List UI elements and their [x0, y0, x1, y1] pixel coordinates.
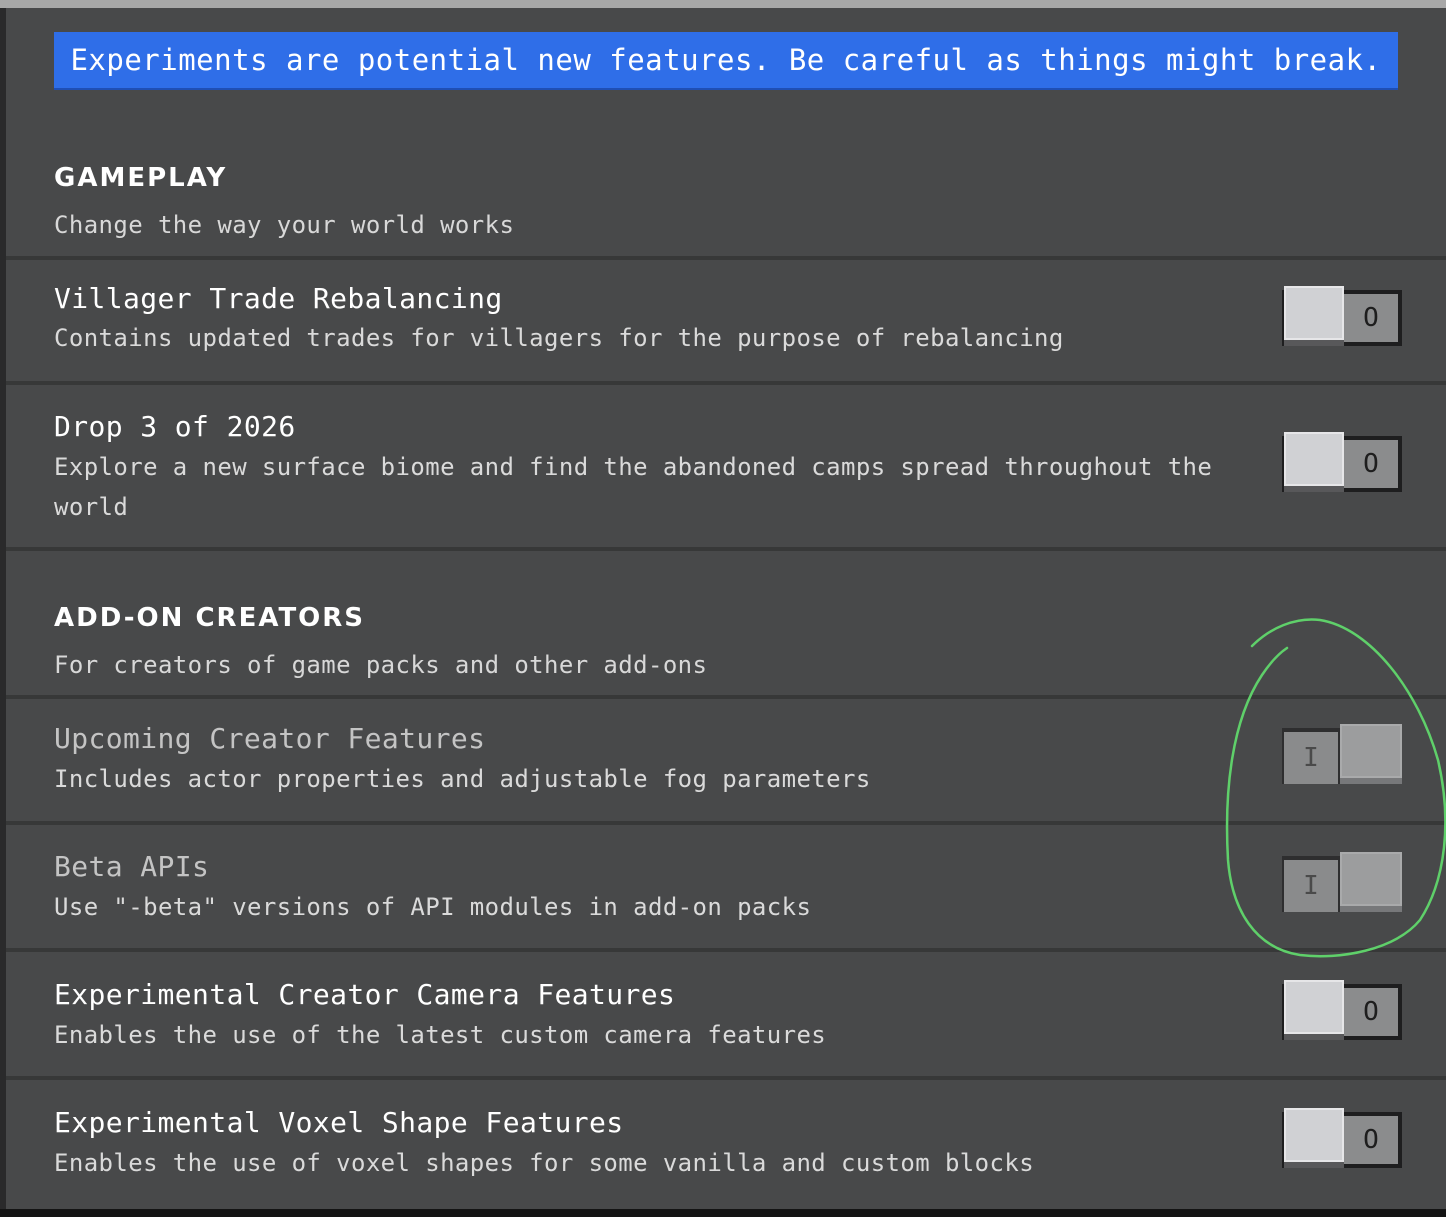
toggle-upcoming-creator-features[interactable]: I	[1282, 724, 1402, 788]
setting-desc-creator-camera: Enables the use of the latest custom cam…	[54, 1021, 827, 1049]
warning-banner: Experiments are potential new features. …	[54, 32, 1398, 90]
divider	[6, 695, 1446, 699]
section-desc-gameplay: Change the way your world works	[54, 211, 515, 239]
divider	[6, 821, 1446, 825]
toggle-drop-3-of-2026[interactable]: O	[1282, 432, 1402, 496]
setting-title-drop-3: Drop 3 of 2026	[54, 410, 296, 443]
divider	[6, 381, 1446, 385]
toggle-on-glyph: I	[1284, 860, 1338, 912]
toggle-knob[interactable]	[1284, 980, 1344, 1040]
toggle-experimental-creator-camera[interactable]: O	[1282, 980, 1402, 1044]
setting-desc-upcoming-creator-features: Includes actor properties and adjustable…	[54, 765, 871, 793]
divider	[6, 1076, 1446, 1080]
toggle-villager-trade-rebalancing[interactable]: O	[1282, 286, 1402, 350]
setting-title-voxel-shape: Experimental Voxel Shape Features	[54, 1106, 624, 1139]
section-desc-addon-creators: For creators of game packs and other add…	[54, 651, 708, 679]
divider	[6, 948, 1446, 952]
divider	[6, 256, 1446, 260]
section-title-addon-creators: ADD-ON CREATORS	[54, 603, 366, 633]
toggle-off-glyph: O	[1344, 988, 1398, 1036]
toggle-knob[interactable]	[1284, 432, 1344, 492]
divider	[6, 547, 1446, 551]
toggle-on-glyph: I	[1284, 732, 1338, 784]
toggle-off-glyph: O	[1344, 294, 1398, 342]
setting-title-upcoming-creator-features: Upcoming Creator Features	[54, 722, 486, 755]
setting-desc-drop-3: Explore a new surface biome and find the…	[54, 453, 1213, 521]
setting-desc-voxel-shape: Enables the use of voxel shapes for some…	[54, 1149, 1035, 1177]
toggle-beta-apis[interactable]: I	[1282, 852, 1402, 916]
setting-desc-villager-trade: Contains updated trades for villagers fo…	[54, 324, 1064, 352]
toggle-knob[interactable]	[1284, 1108, 1344, 1168]
setting-title-villager-trade: Villager Trade Rebalancing	[54, 282, 503, 315]
toggle-experimental-voxel-shape[interactable]: O	[1282, 1108, 1402, 1172]
setting-title-beta-apis: Beta APIs	[54, 850, 210, 883]
bottom-strip	[0, 1209, 1446, 1217]
setting-title-creator-camera: Experimental Creator Camera Features	[54, 978, 676, 1011]
top-strip	[0, 0, 1446, 8]
toggle-knob[interactable]	[1284, 286, 1344, 346]
toggle-off-glyph: O	[1344, 440, 1398, 488]
setting-desc-beta-apis: Use "-beta" versions of API modules in a…	[54, 893, 812, 921]
toggle-knob[interactable]	[1340, 852, 1402, 912]
section-title-gameplay: GAMEPLAY	[54, 163, 228, 193]
toggle-knob[interactable]	[1340, 724, 1402, 784]
toggle-off-glyph: O	[1344, 1116, 1398, 1164]
